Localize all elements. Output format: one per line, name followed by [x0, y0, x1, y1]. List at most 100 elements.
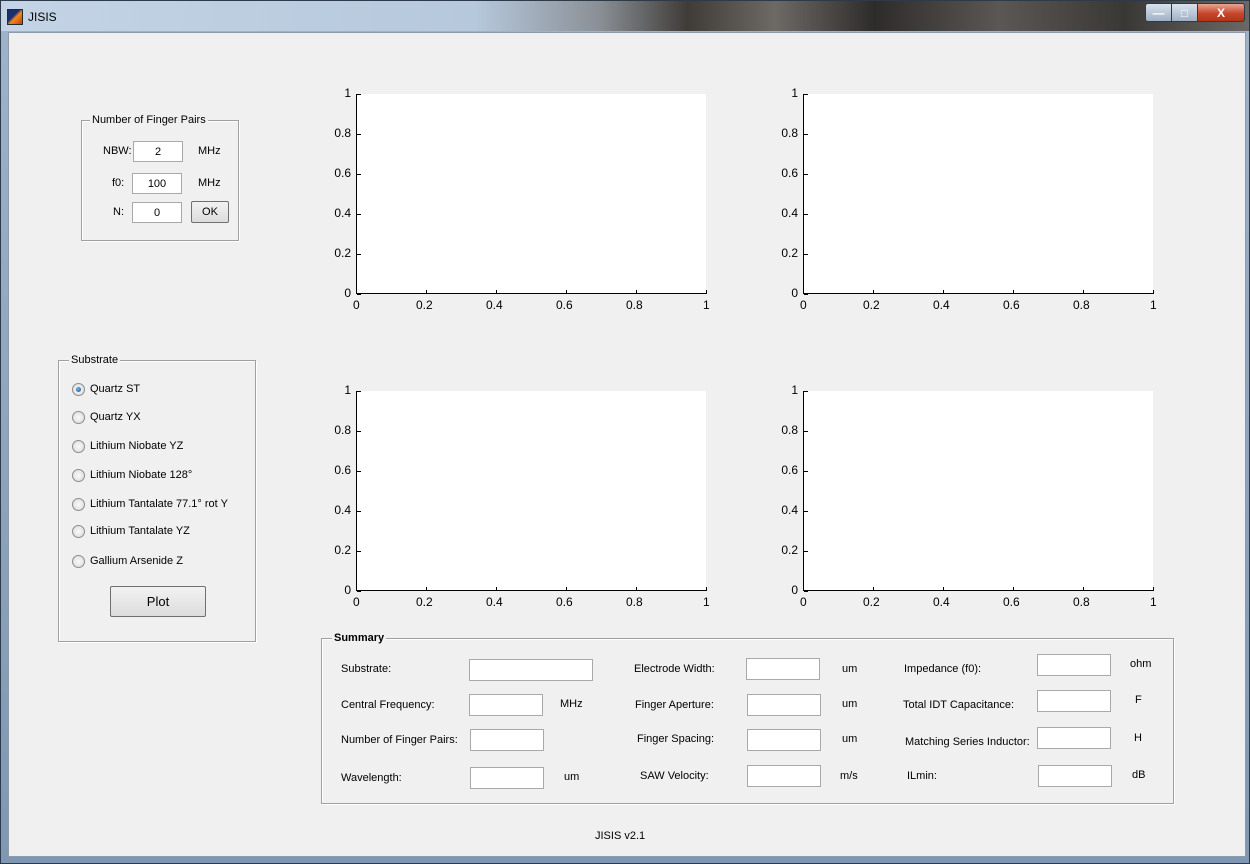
y-tick-label: 0	[791, 583, 798, 597]
plot-axes[interactable]: 0 0.2 0.4 0.6 0.8 1 0 0.2 0.4 0.6 0.8 1	[781, 86, 1166, 324]
x-tick-mark	[706, 587, 707, 591]
y-tick-label: 0.8	[334, 126, 351, 140]
y-tick-mark	[804, 511, 808, 512]
finger-pairs-legend: Number of Finger Pairs	[90, 114, 208, 126]
maximize-button[interactable]: □	[1172, 3, 1198, 22]
y-tick-mark	[357, 471, 361, 472]
plot-axes[interactable]: 0 0.2 0.4 0.6 0.8 1 0 0.2 0.4 0.6 0.8 1	[334, 383, 719, 621]
radio-button[interactable]	[72, 382, 85, 396]
y-tick-label: 0.6	[781, 463, 798, 477]
plot-button[interactable]: Plot	[110, 586, 206, 617]
nbw-input[interactable]	[133, 141, 183, 162]
radio-button[interactable]	[72, 468, 85, 482]
x-tick-mark	[873, 587, 874, 591]
x-tick-label: 0.8	[1073, 595, 1090, 609]
substrate-option[interactable]: Quartz ST	[72, 382, 140, 396]
summary-inductor-unit: H	[1134, 732, 1142, 744]
summary-finger-pairs-field[interactable]	[470, 729, 544, 751]
substrate-panel: Substrate Quartz ST Quartz YX Lithium Niob…	[58, 354, 256, 642]
x-tick-mark	[943, 290, 944, 294]
y-tick-mark	[804, 471, 808, 472]
summary-ilmin-field[interactable]	[1038, 765, 1112, 787]
y-tick-label: 1	[344, 86, 351, 100]
summary-ilmin-label: ILmin:	[907, 770, 937, 782]
y-tick-label: 0.2	[781, 543, 798, 557]
y-tick-mark	[804, 174, 808, 175]
plot-area[interactable]	[803, 94, 1153, 294]
summary-wavelength-field[interactable]	[470, 767, 544, 789]
ok-button[interactable]: OK	[191, 201, 229, 223]
x-tick-label: 0	[800, 595, 807, 609]
plot-area[interactable]	[356, 391, 706, 591]
substrate-option[interactable]: Lithium Niobate 128°	[72, 468, 192, 482]
x-tick-label: 0	[353, 595, 360, 609]
y-tick-label: 0.2	[334, 246, 351, 260]
x-tick-mark	[943, 587, 944, 591]
summary-inductor-field[interactable]	[1037, 727, 1111, 749]
f0-unit: MHz	[198, 177, 221, 189]
y-tick-label: 0	[791, 286, 798, 300]
radio-button[interactable]	[72, 497, 85, 511]
summary-finger-aperture-unit: um	[842, 698, 858, 710]
substrate-option-label: Lithium Tantalate YZ	[90, 525, 190, 537]
plot-axes[interactable]: 0 0.2 0.4 0.6 0.8 1 0 0.2 0.4 0.6 0.8 1	[781, 383, 1166, 621]
summary-ilmin-unit: dB	[1132, 769, 1146, 781]
substrate-option-label: Gallium Arsenide Z	[90, 555, 183, 567]
summary-capacitance-field[interactable]	[1037, 690, 1111, 712]
y-tick-mark	[357, 391, 361, 392]
x-tick-mark	[426, 587, 427, 591]
summary-central-frequency-field[interactable]	[469, 694, 543, 716]
substrate-option[interactable]: Quartz YX	[72, 410, 141, 424]
y-tick-mark	[357, 591, 361, 592]
plot-axes[interactable]: 0 0.2 0.4 0.6 0.8 1 0 0.2 0.4 0.6 0.8 1	[334, 86, 719, 324]
window-title: JISIS	[28, 10, 57, 24]
summary-finger-pairs-label: Number of Finger Pairs:	[341, 734, 458, 746]
summary-substrate-field[interactable]	[469, 659, 593, 681]
radio-button[interactable]	[72, 439, 85, 453]
x-tick-mark	[1013, 587, 1014, 591]
summary-finger-aperture-field[interactable]	[747, 694, 821, 716]
radio-button[interactable]	[72, 554, 85, 568]
x-tick-mark	[1153, 290, 1154, 294]
y-tick-label: 0.2	[781, 246, 798, 260]
x-tick-label: 0.4	[933, 595, 950, 609]
radio-button[interactable]	[72, 410, 85, 424]
summary-impedance-label: Impedance (f0):	[904, 663, 982, 675]
y-tick-label: 0.6	[334, 166, 351, 180]
summary-saw-velocity-field[interactable]	[747, 765, 821, 787]
x-tick-label: 1	[703, 298, 710, 312]
substrate-option[interactable]: Lithium Tantalate YZ	[72, 524, 190, 538]
y-tick-mark	[357, 511, 361, 512]
substrate-option-label: Lithium Tantalate 77.1° rot Y	[90, 498, 228, 510]
figure-client-area: Number of Finger Pairs NBW: MHz f0: MHz …	[8, 32, 1246, 857]
version-label: JISIS v2.1	[595, 830, 646, 842]
radio-button[interactable]	[72, 524, 85, 538]
f0-input[interactable]	[132, 173, 182, 194]
y-tick-label: 0.8	[781, 126, 798, 140]
substrate-option[interactable]: Lithium Niobate YZ	[72, 439, 183, 453]
plot-area[interactable]	[356, 94, 706, 294]
summary-central-frequency-label: Central Frequency:	[341, 699, 435, 711]
x-tick-label: 0.6	[1003, 298, 1020, 312]
close-button[interactable]: X	[1198, 3, 1245, 22]
y-tick-mark	[357, 551, 361, 552]
summary-finger-spacing-field[interactable]	[747, 729, 821, 751]
x-tick-mark	[803, 290, 804, 294]
substrate-option-label: Quartz ST	[90, 383, 141, 395]
summary-central-frequency-unit: MHz	[560, 698, 583, 710]
summary-electrode-width-field[interactable]	[746, 658, 820, 680]
summary-capacitance-unit: F	[1135, 694, 1142, 706]
x-tick-label: 0	[800, 298, 807, 312]
n-input[interactable]	[132, 202, 182, 223]
title-bar[interactable]: JISIS — □ X	[1, 1, 1249, 31]
plot-area[interactable]	[803, 391, 1153, 591]
summary-finger-aperture-label: Finger Aperture:	[635, 699, 714, 711]
y-tick-mark	[804, 254, 808, 255]
substrate-option[interactable]: Gallium Arsenide Z	[72, 554, 183, 568]
substrate-option[interactable]: Lithium Tantalate 77.1° rot Y	[72, 497, 228, 511]
minimize-button[interactable]: —	[1145, 3, 1172, 22]
x-tick-mark	[706, 290, 707, 294]
summary-impedance-field[interactable]	[1037, 654, 1111, 676]
x-tick-label: 0.2	[416, 595, 433, 609]
x-tick-mark	[496, 587, 497, 591]
